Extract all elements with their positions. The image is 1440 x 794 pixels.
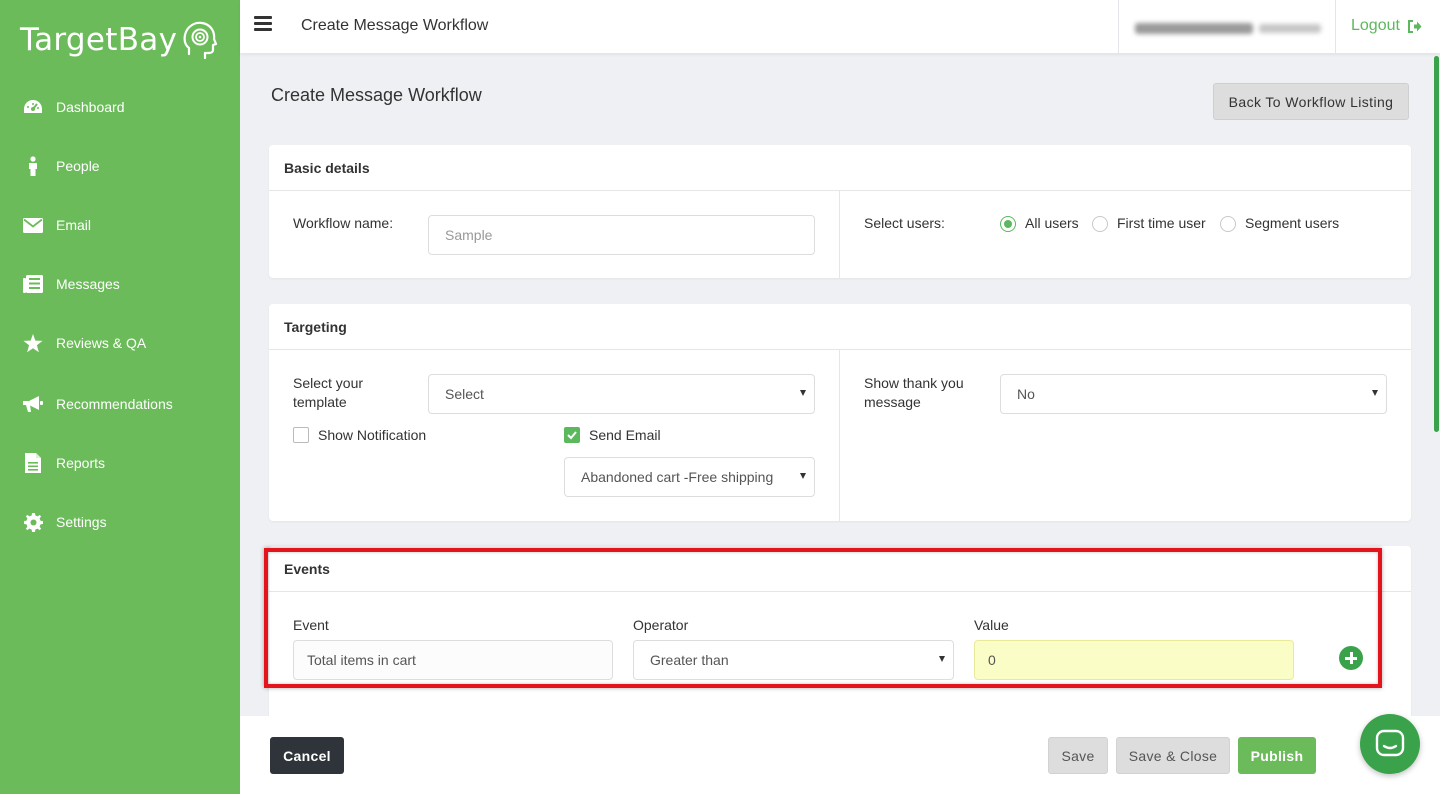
workflow-name-label: Workflow name: (293, 215, 394, 231)
sidebar-item-reviews[interactable]: Reviews & QA (0, 323, 240, 363)
show-notification-checkbox[interactable] (293, 427, 309, 443)
sidebar-item-label: Messages (56, 276, 120, 292)
basic-details-header: Basic details (269, 145, 1411, 191)
radio-segment-users[interactable] (1220, 216, 1236, 232)
show-notification-label: Show Notification (318, 427, 427, 443)
sidebar: TargetBay Dashboard People Email Message… (0, 0, 240, 794)
thank-you-select-value: No (1017, 386, 1035, 402)
card-divider (839, 191, 840, 278)
template-select[interactable]: Select (428, 374, 815, 414)
logo-text: TargetBay (20, 22, 178, 58)
topbar-title: Create Message Workflow (301, 17, 489, 34)
radio-all-users-label: All users (1025, 215, 1079, 231)
radio-first-time-user[interactable] (1092, 216, 1108, 232)
star-icon (22, 332, 44, 354)
sidebar-item-messages[interactable]: Messages (0, 264, 240, 304)
template-select-value: Select (445, 386, 484, 402)
sidebar-item-label: Reviews & QA (56, 335, 147, 351)
send-email-checkbox[interactable] (564, 427, 580, 443)
chevron-down-icon (939, 656, 945, 662)
user-account-blurred[interactable] (1135, 21, 1325, 35)
envelope-icon (22, 214, 44, 236)
template-label-line1: Select your (293, 375, 364, 391)
document-icon (22, 452, 44, 474)
chevron-down-icon (1372, 390, 1378, 396)
card-divider (839, 350, 840, 521)
template-label: Select your template (293, 374, 363, 412)
workflow-name-placeholder: Sample (445, 227, 493, 243)
value-input-value: 0 (988, 652, 996, 668)
event-label: Event (293, 617, 329, 633)
basic-details-card: Basic details Workflow name: Sample Sele… (269, 145, 1411, 278)
sidebar-item-reports[interactable]: Reports (0, 443, 240, 483)
chat-widget-button[interactable] (1360, 714, 1420, 774)
topbar-divider (1118, 0, 1119, 54)
targeting-card: Targeting Select your template Select Sh… (269, 304, 1411, 521)
thank-you-select[interactable]: No (1000, 374, 1387, 414)
thank-you-label-line1: Show thank you (864, 375, 964, 391)
targeting-header: Targeting (269, 304, 1411, 350)
select-users-label: Select users: (864, 215, 945, 231)
email-template-select[interactable]: Abandoned cart -Free shipping (564, 457, 815, 497)
add-event-plus-icon[interactable] (1339, 646, 1363, 670)
page-title: Create Message Workflow (271, 85, 482, 105)
chat-icon (1375, 729, 1405, 757)
scrollbar-thumb[interactable] (1434, 56, 1439, 432)
events-card: Events Event Total items in cart Operato… (269, 546, 1411, 716)
sidebar-item-label: People (56, 158, 100, 174)
operator-label: Operator (633, 617, 689, 633)
checkmark-icon (567, 431, 577, 440)
sidebar-item-settings[interactable]: Settings (0, 502, 240, 542)
logout-label: Logout (1351, 17, 1400, 34)
back-to-workflow-listing-button[interactable]: Back To Workflow Listing (1213, 83, 1409, 120)
sidebar-item-label: Recommendations (56, 396, 173, 412)
template-label-line2: template (293, 394, 347, 410)
logout-link[interactable]: Logout (1351, 17, 1422, 35)
sidebar-item-recommendations[interactable]: Recommendations (0, 384, 240, 424)
thank-you-label: Show thank you message (864, 374, 964, 412)
publish-button[interactable]: Publish (1238, 737, 1316, 774)
value-input[interactable]: 0 (974, 640, 1294, 680)
sidebar-item-label: Reports (56, 455, 106, 471)
person-icon (22, 155, 44, 177)
email-template-value: Abandoned cart -Free shipping (581, 469, 774, 485)
send-email-label: Send Email (589, 427, 661, 443)
workflow-name-input[interactable]: Sample (428, 215, 815, 255)
radio-all-users[interactable] (1000, 216, 1016, 232)
sidebar-item-dashboard[interactable]: Dashboard (0, 87, 240, 127)
sidebar-item-email[interactable]: Email (0, 205, 240, 245)
thank-you-label-line2: message (864, 394, 921, 410)
targetbay-logo[interactable]: TargetBay (20, 18, 218, 62)
logout-icon (1407, 19, 1422, 33)
top-bar: Create Message Workflow Logout (240, 0, 1440, 54)
sidebar-item-label: Email (56, 217, 92, 233)
sidebar-item-label: Dashboard (56, 99, 125, 115)
messages-icon (22, 273, 44, 295)
chevron-down-icon (800, 390, 806, 396)
operator-value: Greater than (650, 652, 729, 668)
radio-first-time-user-label: First time user (1117, 215, 1206, 231)
sidebar-item-people[interactable]: People (0, 146, 240, 186)
event-value: Total items in cart (307, 652, 416, 668)
save-and-close-button[interactable]: Save & Close (1116, 737, 1230, 774)
event-input[interactable]: Total items in cart (293, 640, 613, 680)
topbar-divider (1335, 0, 1336, 54)
head-logo-icon (183, 21, 218, 60)
gear-icon (22, 511, 44, 533)
cancel-button[interactable]: Cancel (270, 737, 344, 774)
chevron-down-icon (800, 473, 806, 479)
sidebar-item-label: Settings (56, 514, 107, 530)
save-button[interactable]: Save (1048, 737, 1108, 774)
hamburger-menu-icon[interactable] (254, 16, 272, 32)
radio-segment-users-label: Segment users (1245, 215, 1340, 231)
operator-select[interactable]: Greater than (633, 640, 954, 680)
events-header: Events (269, 546, 1411, 592)
value-label: Value (974, 617, 1009, 633)
megaphone-icon (22, 393, 44, 415)
dashboard-icon (22, 96, 44, 118)
